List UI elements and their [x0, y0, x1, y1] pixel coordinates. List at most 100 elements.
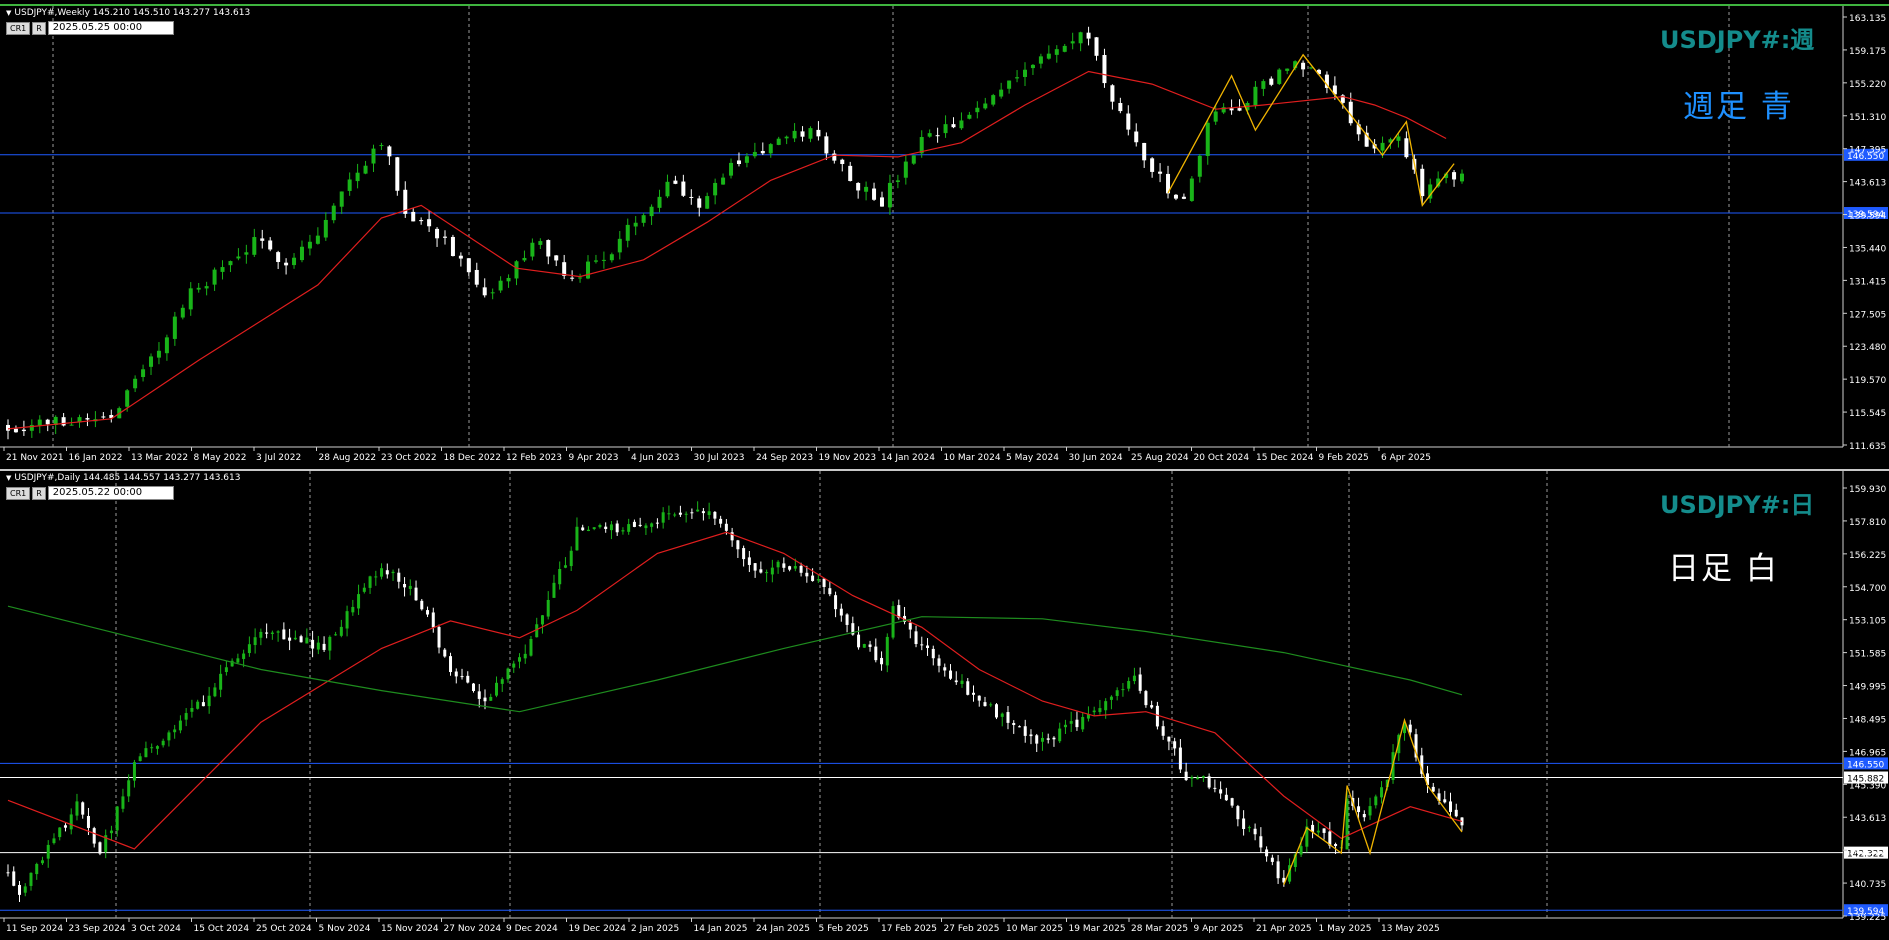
candle-body	[792, 130, 797, 139]
candle-body	[414, 587, 418, 601]
candle-body	[1173, 741, 1177, 749]
candle-body	[1408, 724, 1412, 733]
date-tick-label: 20 Oct 2024	[1194, 453, 1250, 463]
candle-body	[362, 587, 366, 592]
candle-body	[1362, 813, 1366, 818]
candle-body	[284, 262, 289, 266]
candle-body	[178, 720, 182, 731]
candle-body	[253, 637, 257, 646]
candle-body	[207, 695, 211, 707]
candle-body	[1236, 806, 1240, 820]
candle-body	[1196, 777, 1200, 780]
candle-body	[196, 701, 200, 709]
candle-body	[323, 219, 328, 238]
candle-body	[678, 512, 682, 515]
candle-body	[1109, 696, 1113, 700]
candle-body	[276, 631, 280, 633]
candle-body	[292, 257, 297, 266]
daily-r-box[interactable]: R	[32, 486, 46, 500]
candle-body	[115, 806, 119, 831]
candle-body	[1017, 726, 1021, 728]
candle-body	[684, 513, 688, 515]
price-tick-label: 143.613	[1849, 179, 1886, 189]
candle-body	[29, 872, 33, 886]
candle-body	[696, 509, 700, 512]
candle-body	[339, 626, 343, 636]
candle-body	[1460, 173, 1464, 182]
candle-body	[729, 162, 734, 176]
candle-body	[895, 180, 900, 182]
candle-body	[604, 526, 608, 530]
candle-body	[477, 691, 481, 699]
candle-body	[874, 646, 878, 661]
candle-body	[690, 512, 694, 514]
candle-body	[1075, 719, 1079, 728]
candle-body	[554, 255, 559, 261]
candle-body	[1173, 194, 1178, 199]
candle-body	[188, 288, 193, 310]
weekly-r-box[interactable]: R	[32, 21, 46, 35]
candle-body	[379, 145, 384, 147]
date-tick-label: 17 Feb 2025	[881, 924, 937, 934]
candle-body	[37, 419, 42, 426]
candle-body	[86, 815, 90, 828]
candle-body	[307, 241, 312, 249]
candle-body	[1205, 122, 1210, 156]
candle-body	[1058, 728, 1062, 742]
daily-chart-panel[interactable]: 146.550 145.882 142.322 139.594 159.930 157.8…	[0, 469, 1889, 940]
candle-body	[822, 578, 826, 587]
candle-body	[311, 639, 315, 649]
candle-body	[983, 702, 987, 707]
candle-body	[736, 540, 740, 550]
candle-body	[1092, 710, 1096, 713]
candle-body	[247, 644, 251, 654]
weekly-chart-canvas[interactable]: 146.550139.594163.135159.175155.220151.3…	[0, 6, 1889, 469]
candle-body	[581, 527, 585, 531]
candle-body	[483, 697, 487, 702]
candle-body	[17, 884, 21, 895]
date-tick-label: 28 Aug 2022	[319, 453, 377, 463]
candle-body	[190, 708, 194, 712]
candle-body	[805, 572, 809, 577]
candle-body	[138, 756, 142, 761]
candle-body	[657, 196, 662, 208]
candle-body	[593, 260, 598, 262]
candle-body	[625, 224, 630, 241]
candle-body	[345, 611, 349, 629]
moving-average-line	[7, 605, 1463, 713]
candle-body	[609, 254, 614, 261]
candle-body	[1046, 738, 1050, 740]
daily-cr1-box[interactable]: CR1	[6, 486, 31, 500]
candle-body	[201, 702, 205, 707]
candle-body	[991, 95, 996, 105]
candle-body	[514, 261, 519, 279]
candle-body	[121, 796, 125, 809]
candle-body	[371, 148, 376, 164]
candle-body	[1035, 735, 1039, 744]
weekly-chart-panel[interactable]: 146.550 139.594 163.135 159.175 155.220 151.3…	[0, 4, 1889, 469]
date-tick-label: 23 Oct 2022	[381, 453, 437, 463]
daily-date-box[interactable]: 2025.05.22 00:00	[47, 486, 174, 500]
daily-chart-canvas[interactable]: 146.550145.882142.322139.594159.930157.8…	[0, 471, 1889, 940]
candle-body	[1420, 168, 1425, 197]
candle-body	[45, 419, 50, 425]
price-tick-label: 135.440	[1849, 244, 1886, 254]
candle-body	[753, 563, 757, 571]
date-tick-label: 23 Sep 2024	[69, 924, 126, 934]
weekly-date-box[interactable]: 2025.05.25 00:00	[47, 21, 174, 35]
candle-body	[960, 680, 964, 684]
weekly-cr1-box[interactable]: CR1	[6, 21, 31, 35]
candle-body	[1431, 786, 1435, 792]
daily-symbol-label: USDJPY#:日	[1660, 491, 1815, 519]
candle-body	[724, 523, 728, 531]
candle-body	[334, 634, 338, 636]
candle-body	[180, 307, 185, 318]
candle-body	[1334, 844, 1338, 847]
candle-body	[363, 165, 368, 174]
candle-body	[164, 337, 169, 354]
date-tick-label: 4 Jun 2023	[631, 453, 679, 463]
candle-body	[85, 418, 90, 420]
candle-body	[736, 160, 741, 165]
collapse-triangle-icon[interactable]: ▼	[6, 474, 11, 482]
collapse-triangle-icon[interactable]: ▼	[6, 9, 11, 17]
